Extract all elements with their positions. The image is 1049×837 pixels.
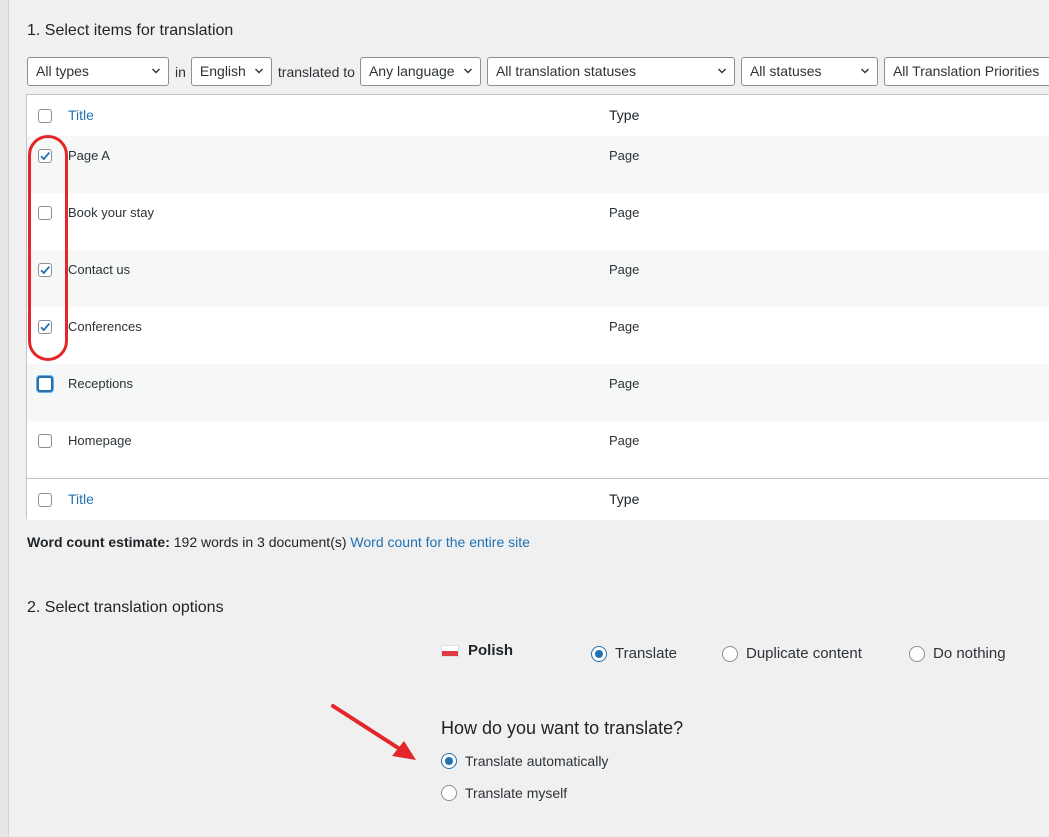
priority-select[interactable]: All Translation Priorities <box>883 57 1049 86</box>
target-language-select[interactable]: Any language <box>359 57 481 86</box>
chevron-down-icon <box>463 68 472 74</box>
row-type: Page <box>609 433 640 448</box>
translated-to-label: translated to <box>277 63 355 80</box>
table-row: Homepage Page <box>27 421 1049 478</box>
type-column-footer: Type <box>609 491 640 507</box>
table-row: Page A Page <box>27 136 1049 193</box>
word-count-value: 192 words in 3 document(s) <box>173 534 347 550</box>
table-row: Book your stay Page <box>27 193 1049 250</box>
language-row: Polish <box>441 642 513 659</box>
source-language-select[interactable]: English <box>190 57 272 86</box>
translation-method-question: How do you want to translate? <box>441 718 684 738</box>
row-type: Page <box>609 262 640 277</box>
word-count-label: Word count estimate: <box>27 534 170 550</box>
table-row: Conferences Page <box>27 307 1049 364</box>
duplicate-content-radio-option[interactable]: Duplicate content <box>722 645 862 662</box>
row-type: Page <box>609 148 640 163</box>
select-all-checkbox-footer[interactable] <box>38 493 52 507</box>
duplicate-content-radio[interactable] <box>722 645 738 662</box>
translate-myself-option[interactable]: Translate myself <box>441 785 567 801</box>
row-title[interactable]: Page A <box>68 148 110 163</box>
select-all-checkbox[interactable] <box>38 109 52 123</box>
row-checkbox[interactable] <box>37 376 53 392</box>
row-title[interactable]: Contact us <box>68 262 130 277</box>
poland-flag-icon <box>441 644 459 657</box>
chevron-down-icon <box>860 68 869 74</box>
in-label: in <box>175 63 186 80</box>
row-title[interactable]: Homepage <box>68 433 132 448</box>
type-filter-select[interactable]: All types <box>27 57 169 86</box>
filter-bar: All types in English translated to Any l… <box>27 57 1049 86</box>
translate-automatically-radio[interactable] <box>441 753 457 769</box>
title-column-footer[interactable]: Title <box>68 491 94 507</box>
section-title-translation-options: 2. Select translation options <box>27 599 224 616</box>
table-header: Title Type <box>27 95 1049 137</box>
title-column-header[interactable]: Title <box>68 107 94 123</box>
section-title-select-items: 1. Select items for translation <box>27 22 234 39</box>
translate-radio-option[interactable]: Translate <box>591 645 677 662</box>
table-row: Contact us Page <box>27 250 1049 307</box>
do-nothing-radio[interactable] <box>909 645 925 662</box>
translate-radio[interactable] <box>591 645 607 662</box>
translate-automatically-option[interactable]: Translate automatically <box>441 753 608 769</box>
type-column-header: Type <box>609 107 640 123</box>
status-select[interactable]: All statuses <box>740 57 878 86</box>
word-count-site-link[interactable]: Word count for the entire site <box>350 534 530 550</box>
row-type: Page <box>609 376 640 391</box>
row-type: Page <box>609 319 640 334</box>
items-table: Title Type Page A Page Book your stay Pa… <box>26 94 1049 520</box>
chevron-down-icon <box>254 68 263 74</box>
do-nothing-radio-option[interactable]: Do nothing <box>909 645 1006 662</box>
row-title[interactable]: Receptions <box>68 376 133 391</box>
row-title[interactable]: Conferences <box>68 319 142 334</box>
table-row: Receptions Page <box>27 364 1049 421</box>
word-count-estimate: Word count estimate: 192 words in 3 docu… <box>27 534 530 550</box>
row-checkbox[interactable] <box>38 434 52 448</box>
translate-myself-radio[interactable] <box>441 785 457 801</box>
chevron-down-icon <box>152 68 160 74</box>
row-type: Page <box>609 205 640 220</box>
arrow-pointer-icon <box>331 704 416 760</box>
row-title[interactable]: Book your stay <box>68 205 154 220</box>
checked-items-highlight <box>28 135 68 361</box>
language-name: Polish <box>468 642 514 659</box>
table-footer: Title Type <box>27 478 1049 520</box>
translation-status-select[interactable]: All translation statuses <box>486 57 735 86</box>
chevron-down-icon <box>717 68 726 74</box>
admin-sidebar-edge <box>0 0 9 837</box>
